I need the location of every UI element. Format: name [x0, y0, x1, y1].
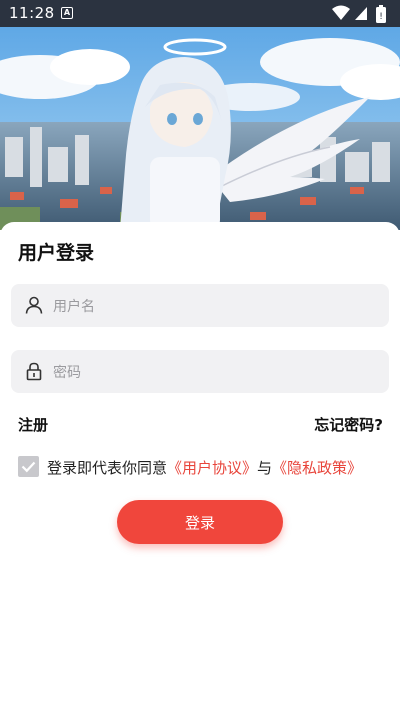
- cellular-icon: [355, 7, 367, 20]
- hero-illustration: [0, 27, 400, 230]
- svg-text:!: !: [379, 12, 383, 22]
- login-button[interactable]: 登录: [117, 500, 283, 544]
- forgot-password-link[interactable]: 忘记密码?: [314, 414, 383, 435]
- login-card: 用户登录 注册 忘记密码? 登录即代表你同意《用户协议》与《隐私政策》 登录: [0, 222, 400, 711]
- page-title: 用户登录: [18, 242, 95, 264]
- lock-icon: [26, 362, 42, 381]
- status-time: 11:28: [9, 4, 55, 22]
- battery-icon: !: [376, 5, 386, 23]
- register-link[interactable]: 注册: [18, 414, 48, 435]
- status-icons: !: [332, 5, 392, 23]
- checkmark-icon: [21, 461, 36, 473]
- status-bar: 11:28 A !: [0, 0, 400, 27]
- agreement-prefix: 登录即代表你同意: [47, 459, 168, 477]
- agreement-text: 登录即代表你同意《用户协议》与《隐私政策》: [47, 457, 362, 478]
- password-input[interactable]: [51, 350, 375, 395]
- agreement-and: 与: [257, 459, 273, 477]
- agreement-checkbox[interactable]: [18, 456, 39, 477]
- privacy-policy-link[interactable]: 《隐私政策》: [272, 459, 362, 477]
- user-icon: [25, 296, 43, 314]
- user-agreement-link[interactable]: 《用户协议》: [167, 459, 257, 477]
- app-notification-icon: A: [61, 7, 73, 19]
- username-input[interactable]: [51, 284, 375, 329]
- wifi-icon: [332, 5, 350, 20]
- password-field[interactable]: [11, 350, 389, 395]
- username-field[interactable]: [11, 284, 389, 329]
